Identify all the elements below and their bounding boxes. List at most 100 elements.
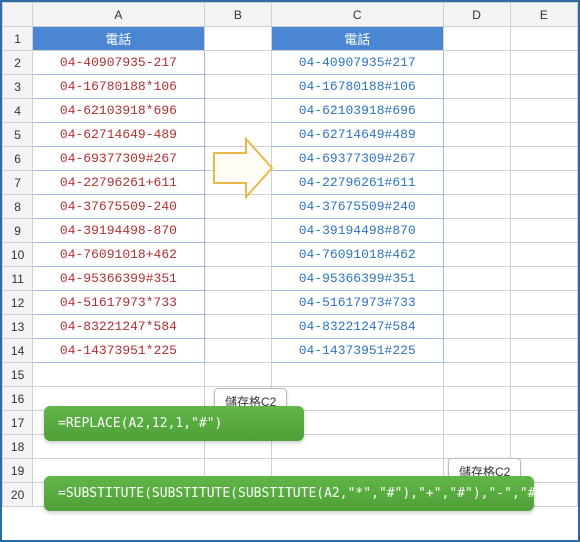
cell[interactable]: 04-76091018+462	[33, 243, 205, 267]
cell[interactable]	[510, 363, 577, 387]
row-header[interactable]: 19	[3, 459, 33, 483]
row-header[interactable]: 4	[3, 99, 33, 123]
cell[interactable]: 04-76091018#462	[271, 243, 443, 267]
cell[interactable]	[510, 411, 577, 435]
cell[interactable]: 04-14373951#225	[271, 339, 443, 363]
cell[interactable]	[204, 75, 271, 99]
cell[interactable]	[204, 99, 271, 123]
cell[interactable]	[443, 339, 510, 363]
cell[interactable]	[204, 195, 271, 219]
cell[interactable]	[510, 339, 577, 363]
cell[interactable]: 04-62714649#489	[271, 123, 443, 147]
cell[interactable]	[443, 219, 510, 243]
cell[interactable]	[510, 75, 577, 99]
cell[interactable]	[443, 411, 510, 435]
row-header[interactable]: 8	[3, 195, 33, 219]
cell[interactable]: 04-62714649-489	[33, 123, 205, 147]
cell[interactable]	[443, 27, 510, 51]
cell[interactable]	[443, 51, 510, 75]
row-header[interactable]: 12	[3, 291, 33, 315]
cell[interactable]: 04-69377309#267	[33, 147, 205, 171]
cell[interactable]: 04-62103918*696	[33, 99, 205, 123]
row-header[interactable]: 7	[3, 171, 33, 195]
col-header-c[interactable]: C	[271, 3, 443, 27]
cell[interactable]: 04-16780188*106	[33, 75, 205, 99]
row-header[interactable]: 10	[3, 243, 33, 267]
col-header-d[interactable]: D	[443, 3, 510, 27]
cell[interactable]: 04-37675509-240	[33, 195, 205, 219]
cell[interactable]	[204, 51, 271, 75]
cell[interactable]: 04-40907935#217	[271, 51, 443, 75]
row-header[interactable]: 15	[3, 363, 33, 387]
cell[interactable]	[510, 315, 577, 339]
cell[interactable]	[204, 363, 271, 387]
cell[interactable]: 04-22796261+611	[33, 171, 205, 195]
cell[interactable]	[204, 27, 271, 51]
cell[interactable]	[204, 147, 271, 171]
cell[interactable]	[510, 195, 577, 219]
row-header[interactable]: 5	[3, 123, 33, 147]
cell[interactable]	[204, 291, 271, 315]
cell[interactable]	[510, 387, 577, 411]
cell[interactable]	[443, 243, 510, 267]
row-header[interactable]: 14	[3, 339, 33, 363]
cell[interactable]	[443, 363, 510, 387]
cell[interactable]: 04-51617973#733	[271, 291, 443, 315]
cell[interactable]	[510, 51, 577, 75]
col-header-a[interactable]: A	[33, 3, 205, 27]
cell[interactable]: 04-37675509#240	[271, 195, 443, 219]
cell[interactable]	[443, 291, 510, 315]
cell[interactable]	[443, 195, 510, 219]
cell[interactable]	[443, 435, 510, 459]
cell[interactable]	[510, 435, 577, 459]
cell[interactable]	[443, 99, 510, 123]
row-header[interactable]: 13	[3, 315, 33, 339]
row-header[interactable]: 2	[3, 51, 33, 75]
col-header-b[interactable]: B	[204, 3, 271, 27]
row-header[interactable]: 6	[3, 147, 33, 171]
cell[interactable]	[510, 243, 577, 267]
row-header[interactable]: 20	[3, 483, 33, 507]
cell[interactable]: 04-14373951*225	[33, 339, 205, 363]
cell[interactable]: 04-39194498#870	[271, 219, 443, 243]
cell[interactable]	[510, 123, 577, 147]
cell[interactable]	[443, 171, 510, 195]
cell[interactable]	[204, 171, 271, 195]
cell[interactable]: 04-95366399#351	[271, 267, 443, 291]
cell[interactable]: 04-40907935-217	[33, 51, 205, 75]
cell[interactable]	[510, 147, 577, 171]
cell[interactable]: 04-16780188#106	[271, 75, 443, 99]
cell[interactable]	[510, 171, 577, 195]
cell[interactable]	[33, 363, 205, 387]
cell[interactable]	[510, 291, 577, 315]
cell[interactable]	[271, 363, 443, 387]
header-a[interactable]: 電話	[33, 27, 205, 51]
row-header[interactable]: 17	[3, 411, 33, 435]
cell[interactable]: 04-22796261#611	[271, 171, 443, 195]
cell[interactable]	[443, 315, 510, 339]
col-header-e[interactable]: E	[510, 3, 577, 27]
cell[interactable]: 04-51617973*733	[33, 291, 205, 315]
cell[interactable]: 04-83221247#584	[271, 315, 443, 339]
cell[interactable]	[443, 387, 510, 411]
cell[interactable]: 04-95366399#351	[33, 267, 205, 291]
cell[interactable]	[443, 123, 510, 147]
cell[interactable]	[204, 219, 271, 243]
row-header[interactable]: 1	[3, 27, 33, 51]
cell[interactable]: 04-83221247*584	[33, 315, 205, 339]
cell[interactable]	[510, 99, 577, 123]
cell[interactable]	[443, 267, 510, 291]
cell[interactable]	[443, 147, 510, 171]
row-header[interactable]: 18	[3, 435, 33, 459]
cell[interactable]	[510, 219, 577, 243]
cell[interactable]: 04-62103918#696	[271, 99, 443, 123]
cell[interactable]	[204, 267, 271, 291]
row-header[interactable]: 11	[3, 267, 33, 291]
cell[interactable]: 04-39194498-870	[33, 219, 205, 243]
row-header[interactable]: 3	[3, 75, 33, 99]
cell[interactable]	[510, 27, 577, 51]
cell[interactable]	[204, 315, 271, 339]
cell[interactable]: 04-69377309#267	[271, 147, 443, 171]
cell[interactable]	[443, 75, 510, 99]
row-header[interactable]: 9	[3, 219, 33, 243]
